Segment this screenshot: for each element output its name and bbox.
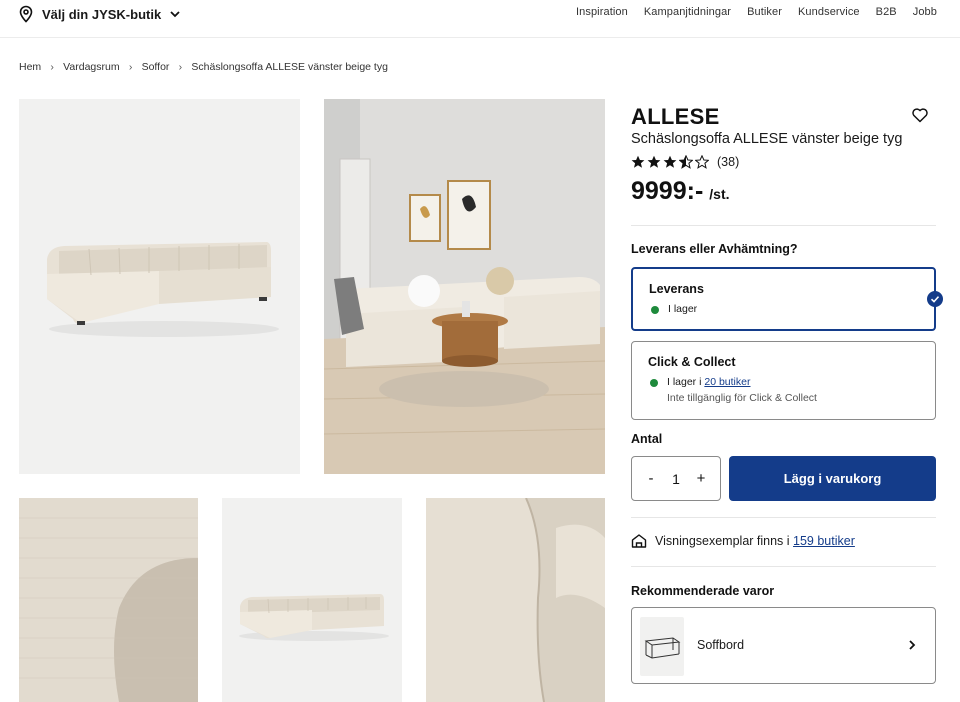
product-image-small[interactable] <box>222 498 402 702</box>
top-bar: Välj din JYSK-butik Inspiration Kampanjt… <box>0 0 960 38</box>
checkmark-icon <box>927 291 943 307</box>
product-title: Schäslongsoffa ALLESE vänster beige tyg <box>631 131 903 147</box>
quantity-increase-button[interactable]: + <box>694 470 708 487</box>
product-image-fabric-detail[interactable] <box>19 498 198 702</box>
showroom-info: Visningsexemplar finns i 159 butiker <box>631 533 855 549</box>
recommended-item-image <box>640 617 684 676</box>
in-stock-indicator <box>651 306 659 314</box>
top-nav: Inspiration Kampanjtidningar Butiker Kun… <box>576 6 937 18</box>
chevron-right-icon: › <box>50 61 54 73</box>
price-amount: 9999:- <box>631 177 704 205</box>
store-selector[interactable]: Välj din JYSK-butik <box>18 4 181 24</box>
showroom-text: Visningsexemplar finns i 159 butiker <box>655 534 855 548</box>
product-image-main[interactable] <box>19 99 300 474</box>
breadcrumb-link-soffor[interactable]: Soffor <box>142 61 170 73</box>
nav-link-inspiration[interactable]: Inspiration <box>576 6 628 18</box>
product-image-room[interactable] <box>324 99 605 474</box>
nav-link-butiker[interactable]: Butiker <box>747 6 782 18</box>
breadcrumb-link-hem[interactable]: Hem <box>19 61 41 73</box>
heart-icon[interactable] <box>911 106 929 124</box>
delivery-option-click-collect[interactable]: Click & Collect I lager i 20 butiker Int… <box>631 341 936 420</box>
breadcrumb-current: Schäslongsoffa ALLESE vänster beige tyg <box>191 61 388 73</box>
stock-status: I lager <box>668 303 698 315</box>
showroom-stores-link[interactable]: 159 butiker <box>793 534 855 548</box>
delivery-option-title: Click & Collect <box>648 355 736 369</box>
star-full-icon <box>663 155 677 168</box>
breadcrumb: Hem › Vardagsrum › Soffor › Schäslongsof… <box>19 61 388 73</box>
stock-status-prefix: I lager i <box>667 376 705 388</box>
store-selector-label: Välj din JYSK-butik <box>42 6 162 22</box>
recommended-item[interactable]: Soffbord <box>631 607 936 684</box>
nav-link-jobb[interactable]: Jobb <box>913 6 937 18</box>
product-image-armrest-detail[interactable] <box>426 498 605 702</box>
chevron-right-icon: › <box>178 61 183 73</box>
store-icon <box>631 534 647 548</box>
product-rating[interactable]: (38) <box>631 155 739 169</box>
star-full-icon <box>647 155 661 168</box>
rating-count[interactable]: (38) <box>717 155 739 169</box>
nav-link-kundservice[interactable]: Kundservice <box>798 6 860 18</box>
chevron-down-icon <box>170 11 180 18</box>
click-collect-note: Inte tillgänglig för Click & Collect <box>667 392 817 404</box>
add-to-cart-button[interactable]: Lägg i varukorg <box>729 456 936 501</box>
stock-status: I lager i 20 butiker <box>667 376 750 388</box>
quantity-label: Antal <box>631 432 663 446</box>
divider <box>631 225 936 226</box>
nav-link-kampanjtidningar[interactable]: Kampanjtidningar <box>644 6 731 18</box>
recommended-title: Rekommenderade varor <box>631 584 775 598</box>
nav-link-b2b[interactable]: B2B <box>876 6 897 18</box>
delivery-option-leverans[interactable]: Leverans I lager <box>631 267 943 331</box>
chevron-right-icon: › <box>128 61 133 73</box>
star-full-icon <box>631 155 645 168</box>
location-pin-icon <box>19 5 33 23</box>
recommended-item-name: Soffbord <box>697 638 745 652</box>
star-empty-icon <box>695 155 709 169</box>
stores-link[interactable]: 20 butiker <box>704 376 750 388</box>
quantity-decrease-button[interactable]: - <box>644 470 658 487</box>
quantity-stepper: - 1 + <box>631 456 721 501</box>
in-stock-indicator <box>650 379 658 387</box>
chevron-right-icon <box>909 640 916 650</box>
product-brand: ALLESE <box>631 104 720 129</box>
price-unit: /st. <box>709 186 730 202</box>
divider <box>631 517 936 518</box>
delivery-option-title: Leverans <box>649 282 704 296</box>
showroom-prefix: Visningsexemplar finns i <box>655 534 794 548</box>
breadcrumb-link-vardagsrum[interactable]: Vardagsrum <box>63 61 119 73</box>
product-price: 9999:- /st. <box>631 177 730 206</box>
star-half-icon <box>679 155 693 169</box>
divider <box>631 566 936 567</box>
delivery-question: Leverans eller Avhämtning? <box>631 242 798 256</box>
quantity-value[interactable]: 1 <box>672 471 680 487</box>
